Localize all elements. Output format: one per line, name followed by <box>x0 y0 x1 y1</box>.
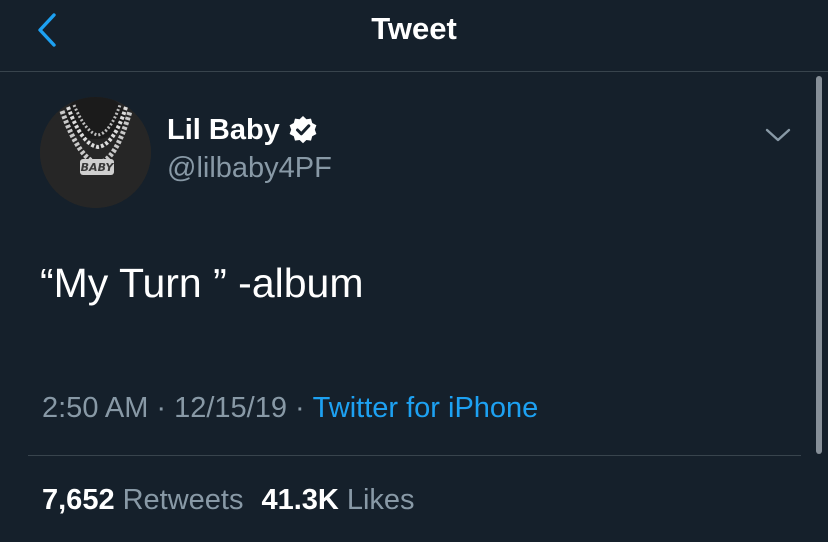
tweet-time: 2:50 AM <box>42 392 149 424</box>
author-name-row[interactable]: Lil Baby <box>167 112 318 148</box>
retweets-count: 7,652 <box>42 484 115 516</box>
scrollbar[interactable] <box>816 76 822 454</box>
top-nav-bar: Tweet <box>0 0 828 72</box>
tweet-source-link[interactable]: Twitter for iPhone <box>313 392 539 424</box>
likes-label: Likes <box>346 484 415 516</box>
page-title: Tweet <box>371 11 457 46</box>
tweet-date: 12/15/19 <box>174 392 287 424</box>
verified-badge-icon <box>289 116 317 144</box>
engagement-stats: 7,652 Retweets 41.3K Likes <box>42 480 433 520</box>
retweets-stat[interactable]: 7,652 Retweets <box>42 480 243 520</box>
separator-dot: · <box>294 392 305 424</box>
more-options-button[interactable] <box>758 118 798 152</box>
avatar[interactable]: BABY <box>40 97 151 208</box>
avatar-image: BABY <box>40 97 151 208</box>
tweet-text: “My Turn ” -album <box>40 260 364 306</box>
separator-dot: · <box>156 392 167 424</box>
tweet-metadata: 2:50 AM · 12/15/19 · Twitter for iPhone <box>42 388 538 428</box>
display-name: Lil Baby <box>167 114 280 146</box>
chevron-down-icon <box>765 128 791 142</box>
retweets-label: Retweets <box>122 484 244 516</box>
likes-stat[interactable]: 41.3K Likes <box>261 480 414 520</box>
svg-text:BABY: BABY <box>81 161 115 174</box>
divider <box>28 455 801 456</box>
likes-count: 41.3K <box>261 484 339 516</box>
author-handle[interactable]: @lilbaby4PF <box>167 150 332 186</box>
tweet-detail-screen: Tweet BABY Lil Baby @lilbaby4PF “My Turn… <box>0 0 828 542</box>
